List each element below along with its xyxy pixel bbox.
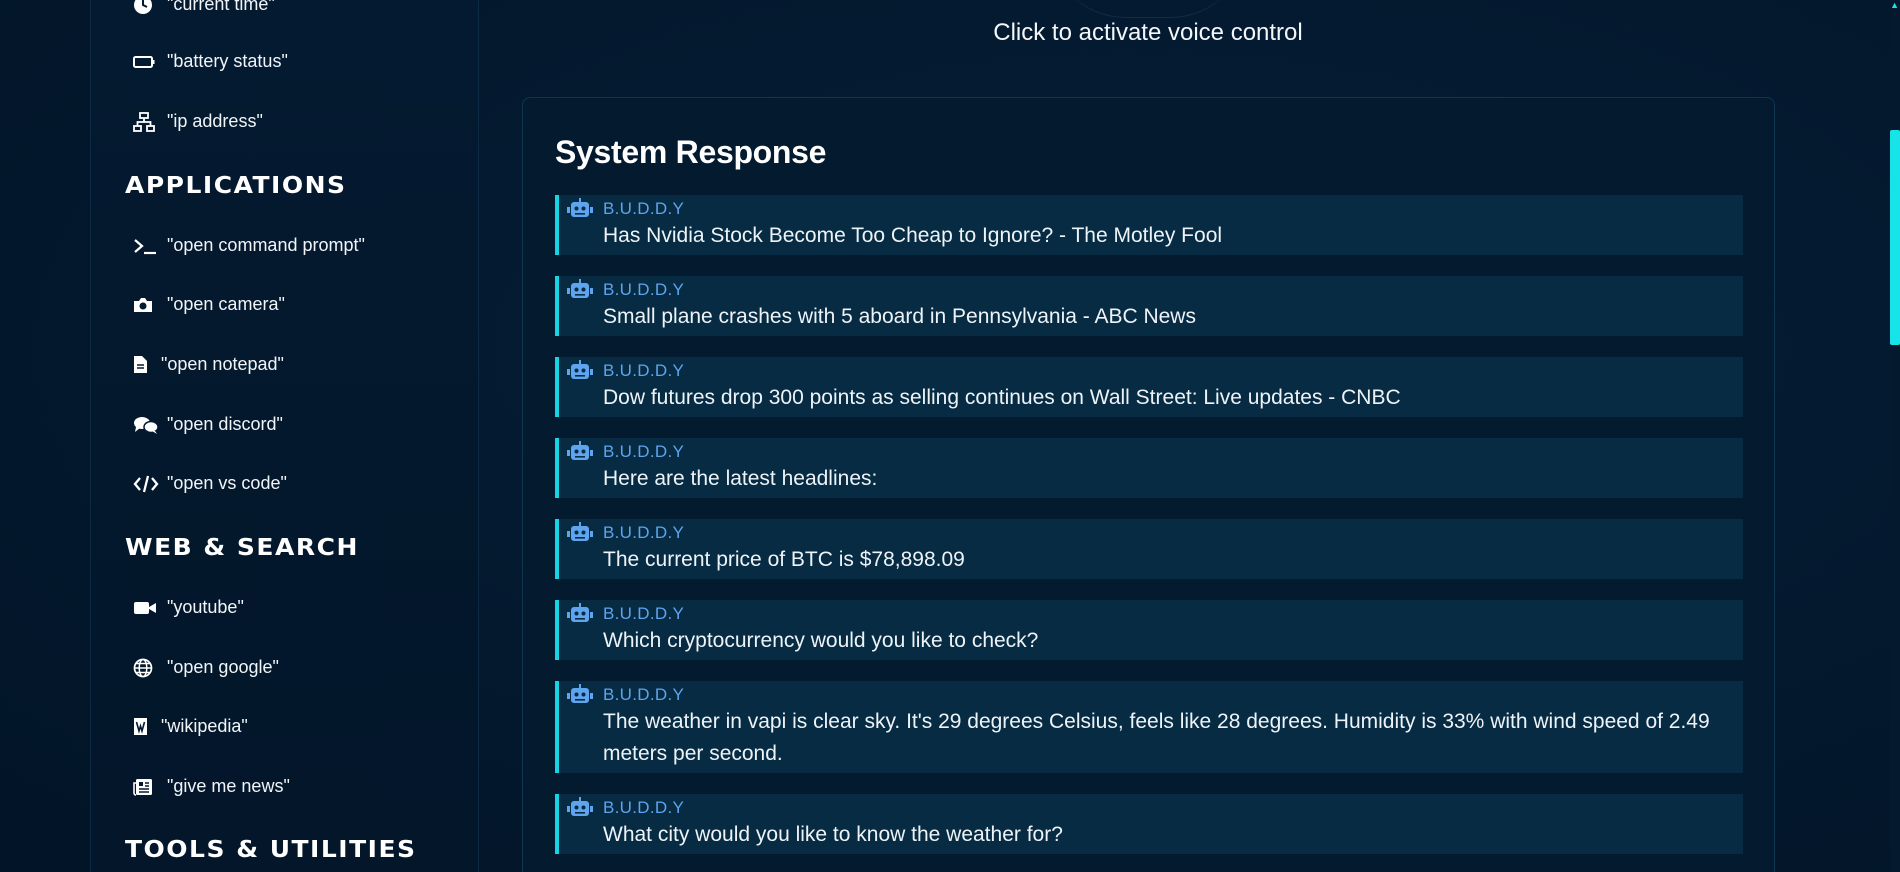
message-sender: B.U.D.D.Y [603, 442, 685, 461]
response-message: B.U.D.D.Y Small plane crashes with 5 abo… [555, 276, 1743, 336]
command-give-me-news[interactable]: "give me news" [133, 776, 290, 797]
message-text: The current price of BTC is $78,898.09 [603, 548, 965, 571]
command-label: "ip address" [167, 111, 263, 131]
message-text: Small plane crashes with 5 aboard in Pen… [603, 305, 1196, 328]
chat-icon [133, 415, 159, 435]
code-icon [133, 474, 159, 494]
newspaper-icon [133, 777, 159, 797]
command-label: "wikipedia" [161, 716, 248, 736]
command-open-discord[interactable]: "open discord" [133, 414, 283, 435]
command-battery-status[interactable]: "battery status" [133, 51, 288, 72]
camera-icon [133, 295, 159, 315]
response-message: B.U.D.D.Y The current price of BTC is $7… [555, 519, 1743, 579]
message-text: Which cryptocurrency would you like to c… [603, 629, 1039, 652]
command-label: "open command prompt" [167, 235, 365, 255]
command-wikipedia[interactable]: "wikipedia" [133, 716, 248, 737]
message-text: The weather in vapi is clear sky. It's 2… [603, 710, 1710, 765]
file-icon [133, 355, 153, 375]
panel-title: System Response [555, 134, 827, 170]
response-message: B.U.D.D.Y The weather in vapi is clear s… [555, 681, 1743, 773]
command-open-command-prompt[interactable]: "open command prompt" [133, 235, 365, 256]
voice-control-hint[interactable]: Click to activate voice control [523, 19, 1773, 47]
command-ip-address[interactable]: "ip address" [133, 111, 263, 132]
battery-icon [133, 52, 159, 72]
command-label: "open vs code" [167, 473, 287, 493]
voice-orb-edge[interactable] [1048, 0, 1248, 18]
response-message: B.U.D.D.Y Has Nvidia Stock Become Too Ch… [555, 195, 1743, 255]
command-open-google[interactable]: "open google" [133, 657, 279, 678]
command-label: "give me news" [167, 776, 290, 796]
command-label: "open camera" [167, 294, 285, 314]
command-label: "youtube" [167, 597, 244, 617]
globe-icon [133, 658, 159, 678]
robot-icon [567, 603, 593, 630]
message-sender: B.U.D.D.Y [603, 361, 685, 380]
robot-icon [567, 360, 593, 387]
message-text: Here are the latest headlines: [603, 467, 878, 490]
message-sender: B.U.D.D.Y [603, 199, 685, 218]
robot-icon [567, 797, 593, 824]
section-title-web-search: WEB & SEARCH [125, 534, 359, 561]
network-icon [133, 111, 159, 132]
message-sender: B.U.D.D.Y [603, 604, 685, 623]
response-message: B.U.D.D.Y Here are the latest headlines: [555, 438, 1743, 498]
robot-icon [567, 522, 593, 549]
wikipedia-icon [133, 717, 153, 737]
robot-icon [567, 441, 593, 468]
command-open-notepad[interactable]: "open notepad" [133, 354, 284, 375]
command-label: "open google" [167, 657, 279, 677]
terminal-icon [133, 236, 159, 256]
command-label: "battery status" [167, 51, 288, 71]
message-text: Has Nvidia Stock Become Too Cheap to Ign… [603, 224, 1223, 247]
command-label: "current time" [167, 0, 275, 14]
section-title-applications: APPLICATIONS [125, 172, 347, 199]
command-open-vs-code[interactable]: "open vs code" [133, 473, 287, 494]
message-sender: B.U.D.D.Y [603, 280, 685, 299]
robot-icon [567, 279, 593, 306]
command-label: "open notepad" [161, 354, 284, 374]
system-response-panel: System Response B.U.D.D.Y Has Nvidia Sto… [522, 97, 1775, 872]
scroll-up-arrow-icon[interactable]: ▲ [1890, 0, 1899, 10]
clock-icon [133, 0, 159, 15]
page-scrollbar[interactable]: ▲ [1890, 0, 1900, 872]
message-sender: B.U.D.D.Y [603, 798, 685, 817]
message-text: What city would you like to know the wea… [603, 823, 1063, 846]
command-youtube[interactable]: "youtube" [133, 597, 244, 618]
response-message: B.U.D.D.Y Dow futures drop 300 points as… [555, 357, 1743, 417]
scrollbar-thumb[interactable] [1890, 130, 1900, 345]
video-icon [133, 598, 159, 618]
response-message: B.U.D.D.Y What city would you like to kn… [555, 794, 1743, 854]
message-sender: B.U.D.D.Y [603, 523, 685, 542]
robot-icon [567, 684, 593, 711]
command-open-camera[interactable]: "open camera" [133, 294, 285, 315]
response-message: B.U.D.D.Y Which cryptocurrency would you… [555, 600, 1743, 660]
section-title-tools-utilities: TOOLS & UTILITIES [125, 836, 417, 863]
message-text: Dow futures drop 300 points as selling c… [603, 386, 1401, 409]
command-current-time[interactable]: "current time" [133, 0, 275, 15]
message-sender: B.U.D.D.Y [603, 685, 685, 704]
robot-icon [567, 198, 593, 225]
sidebar: "current time" "battery status" "ip addr… [90, 0, 479, 872]
command-label: "open discord" [167, 414, 283, 434]
